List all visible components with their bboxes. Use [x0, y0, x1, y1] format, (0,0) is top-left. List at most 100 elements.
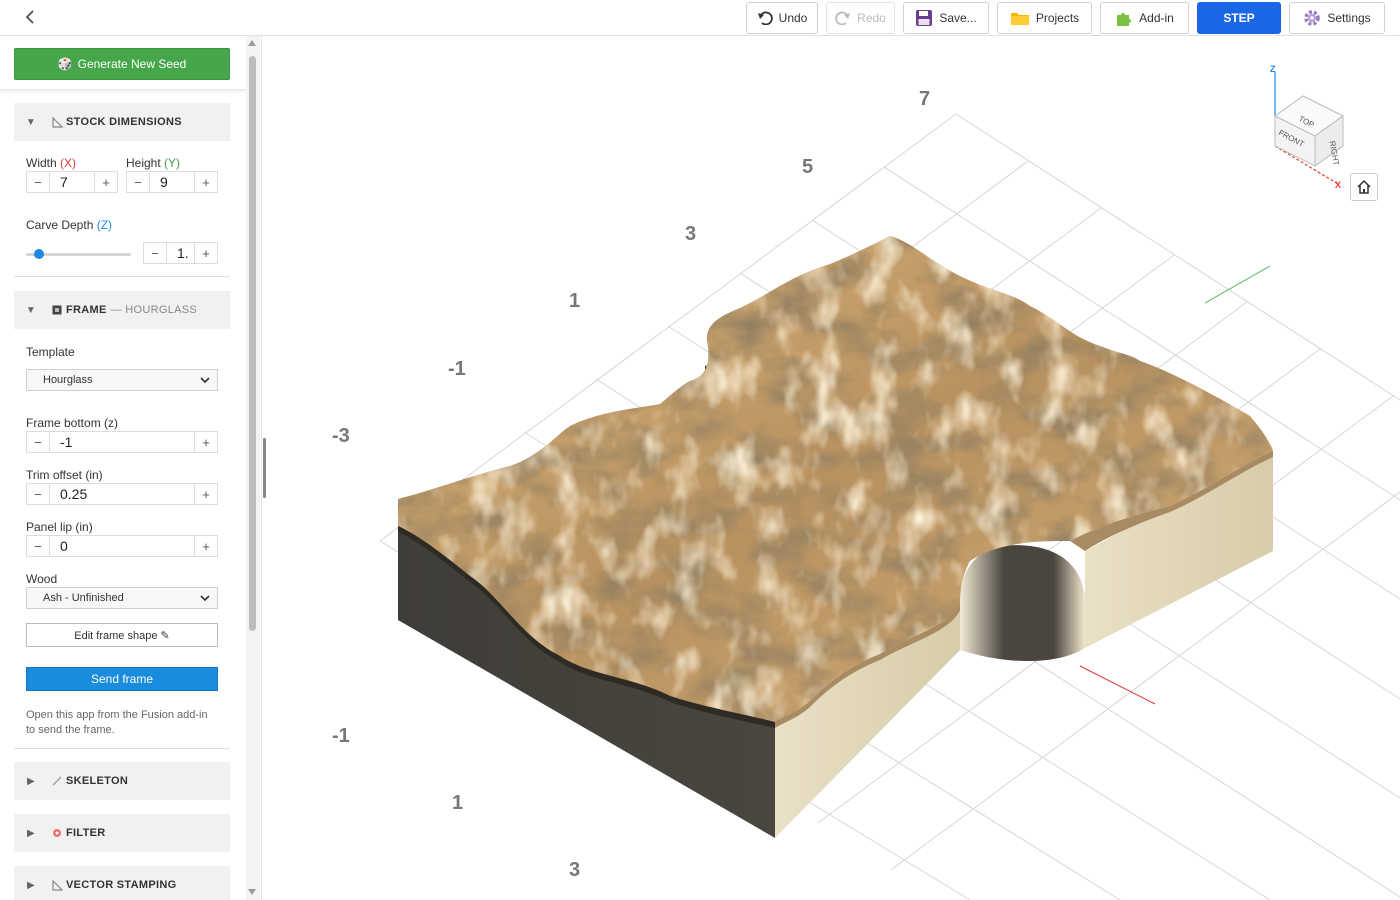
send-frame-note: Open this app from the Fusion add-in to … [26, 709, 208, 736]
frame-icon [48, 305, 66, 315]
trim-offset-label: Trim offset (in) [26, 468, 103, 482]
frame-bottom-label: Frame bottom (z) [26, 416, 119, 430]
carve-depth-input[interactable]: 1. [166, 243, 195, 263]
home-view-button[interactable] [1350, 173, 1378, 201]
gear-icon [1304, 10, 1321, 26]
redo-icon [835, 11, 851, 25]
top-toolbar: Undo Redo Save... Projects Add-in STEP S… [0, 0, 1400, 36]
template-label: Template [26, 345, 75, 359]
add-in-button[interactable]: Add-in [1100, 2, 1189, 34]
height-input[interactable]: 9 [149, 172, 195, 192]
axis-number: 3 [685, 223, 697, 245]
trim-offset-stepper[interactable]: − 0.25 + [26, 483, 218, 505]
wood-select[interactable]: Ash - Unfinished [26, 587, 218, 609]
sidebar-resize-handle[interactable] [263, 438, 266, 498]
height-decrement-button[interactable]: − [127, 172, 149, 192]
expand-triangle-icon: ▶ [27, 775, 35, 787]
stock-dimensions-panel: Width (X) − 7 + Height (Y) − 9 + Carve D… [14, 141, 230, 277]
carve-depth-increment-button[interactable]: + [195, 243, 217, 263]
send-frame-label: Send frame [90, 672, 154, 686]
chevron-down-icon [200, 595, 210, 602]
frame-header[interactable]: ▼ FRAME — HOURGLASS [14, 291, 230, 329]
add-in-label: Add-in [1139, 11, 1174, 25]
panel-lip-increment-button[interactable]: + [195, 536, 217, 556]
save-button[interactable]: Save... [903, 2, 989, 34]
stock-dimensions-header[interactable]: ▼ STOCK DIMENSIONS [14, 103, 230, 141]
panel-lip-stepper[interactable]: − 0 + [26, 535, 218, 557]
axis-number: 1 [452, 792, 464, 814]
template-select[interactable]: Hourglass [26, 369, 218, 391]
wood-select-value: Ash - Unfinished [43, 592, 124, 604]
3d-viewport[interactable]: 7 5 3 1 -1 -3 -1 1 3 Z X TOP FRONT RIGHT [270, 36, 1400, 900]
edit-frame-shape-label: Edit frame shape ✎ [74, 629, 170, 642]
panel-lip-input[interactable]: 0 [49, 536, 195, 556]
collapse-triangle-icon: ▼ [25, 304, 37, 316]
height-axis-label: (Y) [164, 156, 181, 170]
viewcube-z-label: Z [1270, 64, 1276, 74]
back-arrow-icon[interactable] [22, 8, 40, 26]
undo-button[interactable]: Undo [746, 2, 818, 34]
width-input[interactable]: 7 [49, 172, 95, 192]
width-label-text: Width [26, 156, 57, 170]
axis-number: -1 [448, 358, 466, 380]
undo-label: Undo [778, 11, 808, 25]
height-label: Height (Y) [126, 156, 180, 170]
carve-depth-axis-label: (Z) [96, 218, 113, 232]
carve-depth-label-text: Carve Depth [26, 218, 94, 232]
redo-button[interactable]: Redo [826, 2, 895, 34]
trim-offset-decrement-button[interactable]: − [27, 484, 49, 504]
scroll-down-arrow-icon[interactable] [247, 888, 257, 896]
sidebar: 🎲 Generate New Seed ▼ STOCK DIMENSIONS W… [0, 36, 262, 900]
trim-offset-input[interactable]: 0.25 [49, 484, 195, 504]
wood-label: Wood [26, 572, 58, 586]
sidebar-scrollbar-thumb[interactable] [249, 56, 256, 631]
frame-bottom-increment-button[interactable]: + [195, 432, 217, 452]
stock-dimensions-title: STOCK DIMENSIONS [66, 116, 182, 128]
folder-icon [1010, 13, 1029, 25]
carve-depth-slider-thumb[interactable] [33, 249, 44, 259]
vector-stamping-title: VECTOR STAMPING [66, 879, 177, 891]
ruler-triangle-icon [48, 879, 66, 891]
carve-depth-stepper[interactable]: − 1. + [143, 242, 218, 264]
frame-title: FRAME [66, 304, 107, 316]
frame-bottom-input[interactable]: -1 [49, 432, 195, 452]
frame-bottom-stepper[interactable]: − -1 + [26, 431, 218, 453]
carve-depth-label: Carve Depth (Z) [26, 218, 112, 232]
terrain-scene[interactable] [270, 36, 1400, 900]
panel-lip-label: Panel lip (in) [26, 520, 93, 534]
edit-frame-shape-button[interactable]: Edit frame shape ✎ [26, 623, 218, 647]
generate-seed-button[interactable]: 🎲 Generate New Seed [14, 48, 230, 80]
skeleton-title: SKELETON [66, 775, 129, 787]
width-decrement-button[interactable]: − [27, 172, 49, 192]
axis-number: 3 [569, 859, 581, 881]
panel-lip-decrement-button[interactable]: − [27, 536, 49, 556]
frame-bottom-decrement-button[interactable]: − [27, 432, 49, 452]
frame-subtitle: — HOURGLASS [110, 304, 198, 316]
projects-button[interactable]: Projects [997, 2, 1092, 34]
divider [0, 89, 246, 93]
filter-header[interactable]: ▶ FILTER [14, 814, 230, 852]
settings-button[interactable]: Settings [1289, 2, 1385, 34]
frame-panel: Template Hourglass Frame bottom (z) − -1… [14, 329, 230, 749]
axis-number: -1 [332, 725, 350, 747]
carve-depth-decrement-button[interactable]: − [144, 243, 166, 263]
ruler-triangle-icon [48, 116, 66, 128]
height-increment-button[interactable]: + [195, 172, 217, 192]
send-frame-button[interactable]: Send frame [26, 667, 218, 691]
scroll-up-arrow-icon[interactable] [247, 39, 257, 47]
floppy-disk-icon [916, 10, 933, 26]
skeleton-header[interactable]: ▶ SKELETON [14, 762, 230, 800]
vector-stamping-header[interactable]: ▶ VECTOR STAMPING [14, 866, 230, 900]
view-cube[interactable]: Z X TOP FRONT RIGHT [1263, 62, 1353, 192]
dice-icon: 🎲 [57, 57, 73, 71]
width-axis-label: (X) [60, 156, 77, 170]
step-button[interactable]: STEP [1197, 2, 1281, 34]
width-stepper[interactable]: − 7 + [26, 171, 118, 193]
y-axis-line [1204, 265, 1271, 304]
width-increment-button[interactable]: + [95, 172, 117, 192]
trim-offset-increment-button[interactable]: + [195, 484, 217, 504]
axis-number: 1 [569, 290, 581, 312]
height-stepper[interactable]: − 9 + [126, 171, 218, 193]
projects-label: Projects [1035, 11, 1080, 25]
pencil-icon [48, 776, 66, 786]
